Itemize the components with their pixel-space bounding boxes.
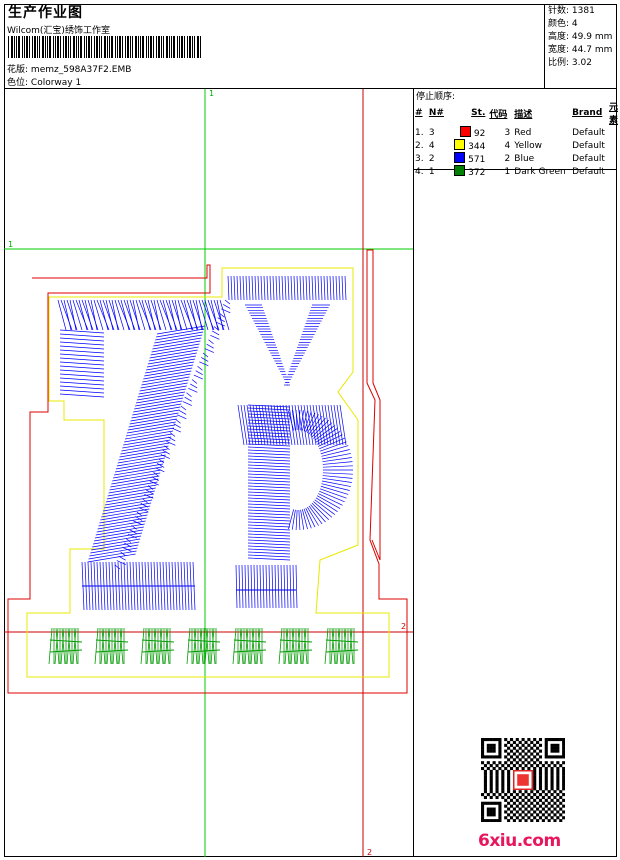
cell-desc: Dark Green [514,166,566,177]
green-stitch-group [48,627,359,665]
stat-colors: 颜色: 4 [548,19,578,29]
cell-n: 1 [428,166,435,177]
cell-desc: Red [514,127,532,138]
cell-st: 571 [468,155,486,165]
stat-stitches: 针数: 1381 [548,6,595,16]
cell-code: 3 [504,127,511,138]
design-file-label: 花版: [7,65,29,75]
axis-label-left: 1 [8,240,14,249]
table-row: 3. 2 571 2 Blue Default [413,152,620,165]
cell-idx: 2. [415,140,424,151]
cell-n: 2 [428,153,435,164]
cell-brand: Default [572,127,605,138]
table-row: 1. 3 92 3 Red Default [413,126,620,139]
cell-brand: Default [572,166,605,177]
stats-divider [544,4,545,88]
cell-code: 4 [504,140,511,151]
stat-width: 宽度: 44.7 mm [548,45,613,55]
design-canvas [4,89,413,857]
panel-divider [413,88,414,857]
design-file-row: 花版: memz_598A37F2.EMB [7,62,131,75]
cell-desc: Blue [514,153,535,164]
axis-label-right: 2 [401,622,407,631]
color-sequence-table: # N# St. 代码 描述 Brand 元素 1. 3 92 3 Red Defaul… [413,100,620,178]
color-swatch [454,165,466,176]
watermark-logo: 6xiu.com [478,831,561,851]
axis-label-top: 1 [209,89,215,98]
cell-idx: 4. [415,166,424,177]
qr-code [481,738,565,822]
cell-st: 344 [468,142,486,152]
cell-st: 92 [473,129,486,139]
cell-idx: 1. [415,127,424,138]
color-swatch [460,126,472,137]
table-row: 4. 1 372 1 Dark Green Default [413,165,620,178]
cell-brand: Default [572,153,605,164]
cell-code: 1 [504,166,511,177]
cell-desc: Yellow [514,140,542,151]
stat-height: 高度: 49.9 mm [548,32,613,42]
colorway-name: Colorway 1 [30,78,82,88]
cell-brand: Default [572,140,605,151]
table-header-row: # N# St. 代码 描述 Brand 元素 [415,103,618,126]
color-swatch [454,139,466,150]
software-name: Wilcom(汇宝)绣饰工作室 [7,26,110,36]
barcode [8,36,201,58]
design-file-name: memz_598A37F2.EMB [30,65,132,75]
page-title: 生产作业图 [8,5,83,21]
stat-scale: 比例: 3.02 [548,58,592,68]
color-swatch [454,152,466,163]
cell-n: 4 [428,140,435,151]
table-row: 2. 4 344 4 Yellow Default [413,139,620,152]
cell-idx: 3. [415,153,424,164]
colorway-label: 色位: [7,78,29,88]
cell-n: 3 [428,127,435,138]
cell-code: 2 [504,153,511,164]
axis-label-bottom: 2 [367,848,373,857]
cell-st: 372 [468,168,486,178]
colorway-row: 色位: Colorway 1 [7,75,81,88]
